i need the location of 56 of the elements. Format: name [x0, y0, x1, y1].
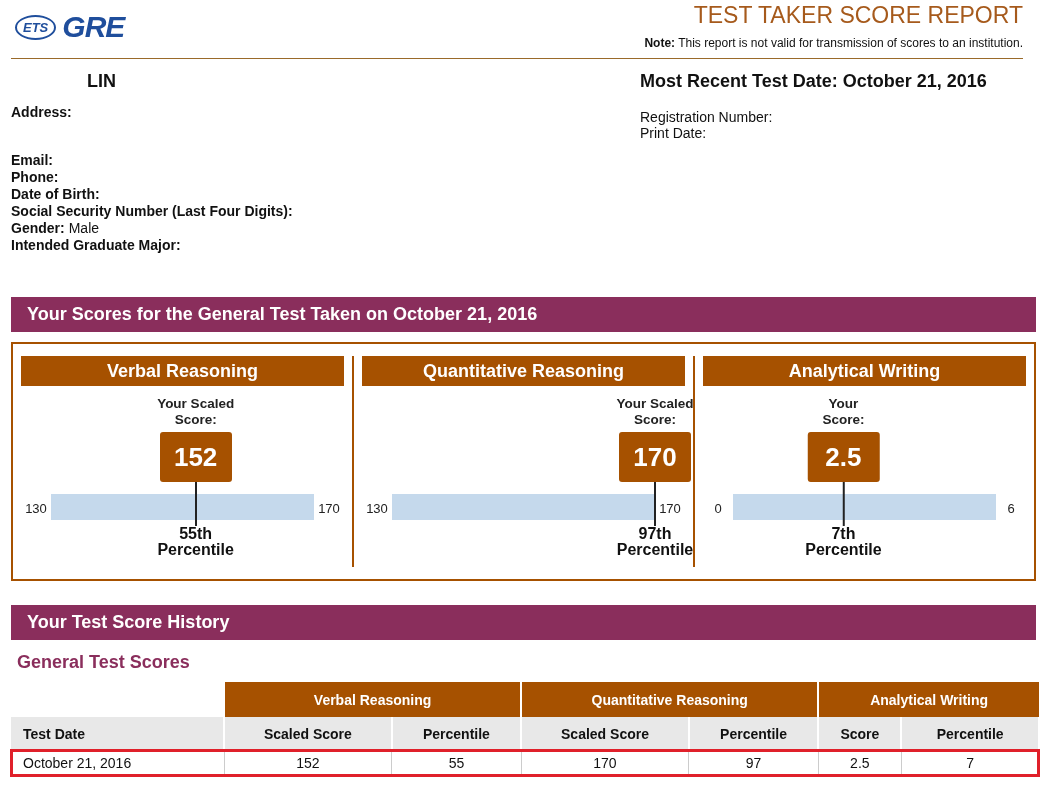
table-cell: 97 — [688, 750, 819, 776]
section-title: Verbal Reasoning — [21, 356, 344, 386]
percentile-label: Percentile — [157, 542, 234, 558]
info-field: Intended Graduate Major: — [11, 237, 293, 254]
column-header: Score — [818, 717, 902, 750]
section-title: Quantitative Reasoning — [362, 356, 685, 386]
info-field: Date of Birth: — [11, 186, 293, 203]
test-date: Most Recent Test Date: October 21, 2016 — [640, 70, 988, 89]
ets-logo: ETS — [15, 14, 57, 40]
table-cell: 55 — [391, 750, 522, 776]
section-banner: Your Scores for the General Test Taken on October 21, 2016 — [11, 297, 1036, 332]
column-header: Scaled Score — [521, 717, 689, 750]
column-group-header: Analytical Writing — [818, 682, 1039, 717]
gre-logo: GRE — [62, 10, 125, 44]
score-prompt: Your Scaled Score: — [156, 396, 236, 428]
column-group-header: Quantitative Reasoning — [521, 682, 819, 717]
section-title: Analytical Writing — [703, 356, 1026, 386]
score-badge: 170 — [619, 432, 691, 482]
info-field: Print Date: — [640, 125, 1040, 141]
column-header: Test Date — [11, 717, 224, 750]
table-cell: October 21, 2016 — [11, 750, 224, 776]
score-prompt: Your Score: — [821, 396, 866, 428]
info-field: Social Security Number (Last Four Digits): — [11, 203, 293, 220]
percentile-value: 97th — [638, 526, 672, 542]
scale-max: 170 — [658, 501, 682, 516]
table-cell: 7 — [901, 750, 1039, 776]
info-field: Gender: Male — [11, 220, 293, 237]
info-field: Registration Number: — [640, 109, 1040, 125]
scale-min: 130 — [24, 501, 48, 516]
column-header: Percentile — [391, 717, 522, 750]
score-badge: 2.5 — [807, 432, 880, 482]
column-group-header: Verbal Reasoning — [224, 682, 522, 717]
score-prompt: Your Scaled Score: — [615, 396, 695, 428]
info-field: Phone: — [11, 169, 293, 186]
table-cell: 2.5 — [818, 750, 902, 776]
column-header: Percentile — [901, 717, 1039, 750]
report-title: TEST TAKER SCORE REPORT — [692, 1, 1023, 29]
column-header: Scaled Score — [224, 717, 392, 750]
percentile-label: Percentile — [616, 542, 694, 558]
scale-max: 170 — [317, 501, 341, 516]
report-note: Note: This report is not valid for transmission of scores to an institution. — [644, 36, 1023, 50]
scale-min: 0 — [713, 501, 723, 516]
scale-max: 6 — [1006, 501, 1016, 516]
percentile-value: 7th — [831, 526, 856, 542]
address-label: Address: — [11, 104, 73, 121]
candidate-name: LIN — [86, 70, 117, 90]
scale-min: 130 — [365, 501, 389, 516]
table-cell: 152 — [224, 750, 392, 776]
section-subtitle: General Test Scores — [16, 651, 191, 674]
percentile-value: 55th — [179, 526, 213, 542]
percentile-label: Percentile — [805, 542, 882, 558]
section-banner: Your Test Score History — [11, 605, 1036, 640]
table-cell: 170 — [521, 750, 689, 776]
info-field: Email: — [11, 152, 293, 169]
score-badge: 152 — [159, 432, 232, 482]
column-header: Percentile — [688, 717, 819, 750]
